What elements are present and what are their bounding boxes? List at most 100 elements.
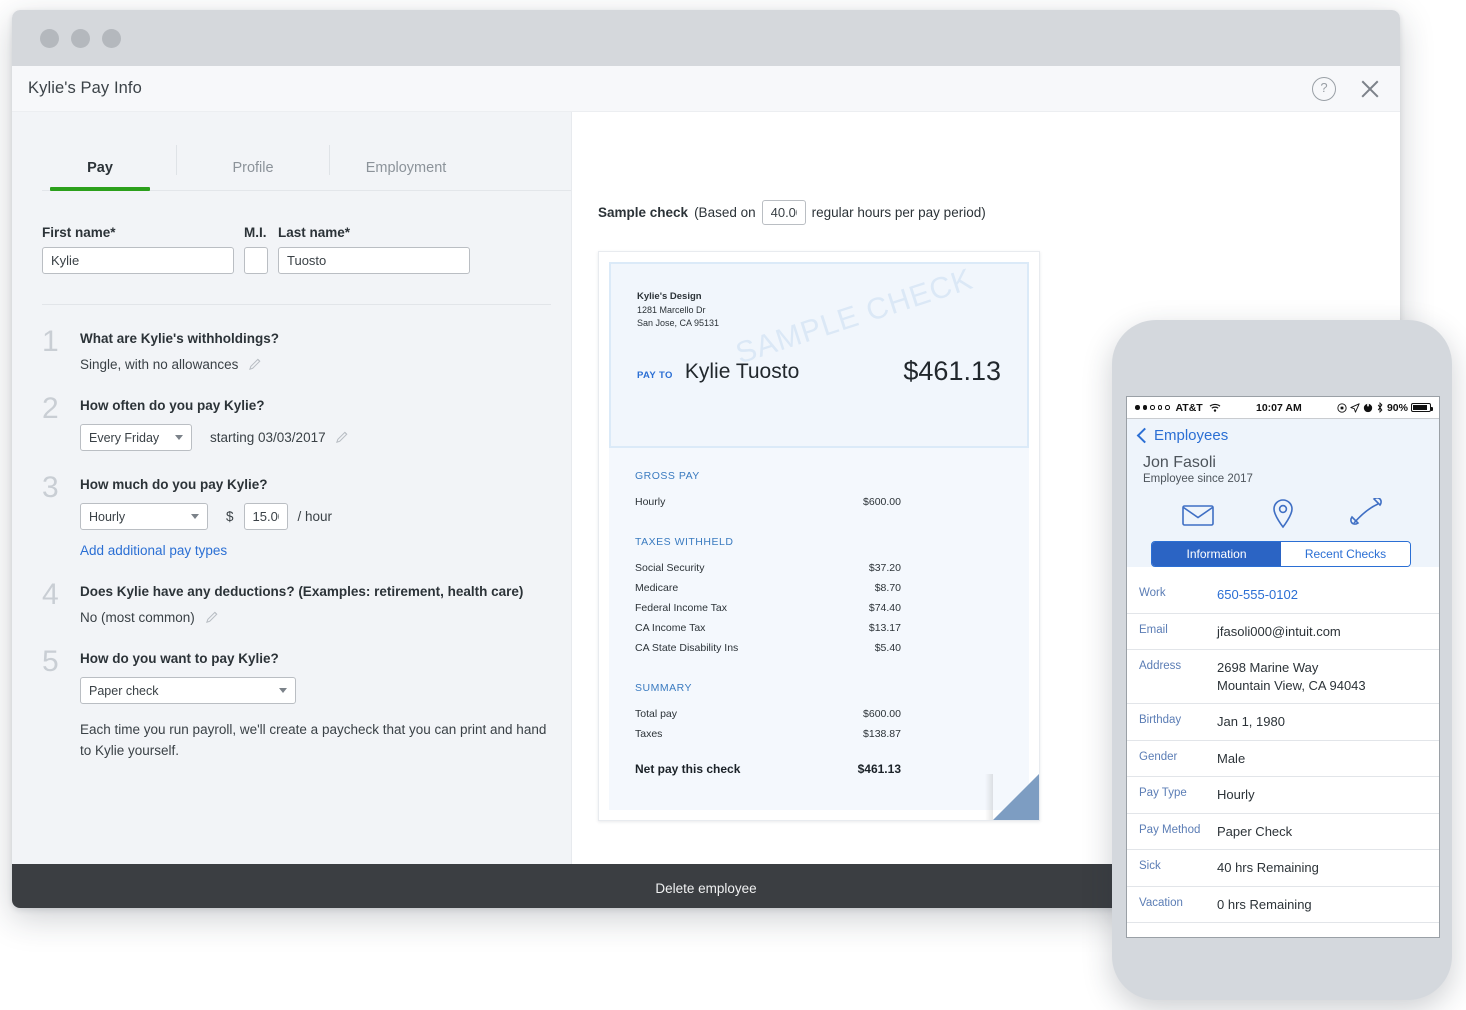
- question-1-answer-row: Single, with no allowances: [80, 357, 571, 372]
- sample-check-inner: SAMPLE CHECK Kylie's Design 1281 Marcell…: [609, 262, 1029, 810]
- pay-form-pane: Pay Profile Employment First name* Kylie…: [12, 112, 572, 864]
- question-1-answer: Single, with no allowances: [80, 357, 239, 372]
- tax-label: Social Security: [635, 562, 705, 574]
- page-title: Kylie's Pay Info: [28, 79, 142, 97]
- phone-screen: AT&T 10:07 AM 90% Employees Jon Fasoli E…: [1126, 396, 1440, 938]
- info-row-work[interactable]: Work 650-555-0102: [1127, 577, 1439, 614]
- chevron-down-icon: [279, 688, 287, 693]
- employee-info-list: Work 650-555-0102 Email jfasoli000@intui…: [1127, 577, 1439, 924]
- add-pay-types-link[interactable]: Add additional pay types: [80, 543, 571, 558]
- start-date-text: starting 03/03/2017: [210, 430, 326, 445]
- sample-check-title: Sample check: [598, 205, 689, 220]
- tab-employment-label: Employment: [365, 160, 447, 176]
- middle-initial-input[interactable]: [244, 247, 268, 274]
- window-minimize-dot[interactable]: [71, 28, 90, 48]
- delete-employee-label: Delete employee: [655, 880, 757, 896]
- info-row-vacation[interactable]: Vacation 0 hrs Remaining: [1127, 887, 1439, 924]
- alarm-icon: [1337, 402, 1347, 413]
- vacation-value: 0 hrs Remaining: [1217, 896, 1312, 912]
- window-close-dot[interactable]: [40, 28, 59, 48]
- tax-amount: $5.40: [874, 642, 901, 654]
- map-pin-icon[interactable]: [1267, 497, 1299, 531]
- help-circle-icon[interactable]: ?: [1312, 76, 1336, 101]
- tab-profile-label: Profile: [232, 160, 274, 176]
- check-face: SAMPLE CHECK Kylie's Design 1281 Marcell…: [609, 262, 1029, 448]
- hourly-rate-input[interactable]: [243, 503, 288, 530]
- pay-frequency-select[interactable]: Every Friday: [80, 424, 192, 451]
- question-3-controls: Hourly $ / hour: [80, 503, 571, 530]
- tax-row: Medicare $8.70: [635, 578, 901, 598]
- first-name-label: First name*: [42, 225, 116, 240]
- window-maximize-dot[interactable]: [102, 28, 121, 48]
- info-row-birthday[interactable]: Birthday Jan 1, 1980: [1127, 704, 1439, 741]
- question-4-title: Does Kylie have any deductions? (Example…: [80, 584, 524, 599]
- middle-initial-field-group: M.I.: [244, 225, 268, 274]
- tab-bar: Pay Profile Employment: [42, 134, 571, 191]
- pay-to-label: PAY TO: [637, 370, 673, 381]
- pay-type-select[interactable]: Hourly: [80, 503, 208, 530]
- net-pay-row: Net pay this check $461.13: [635, 762, 901, 776]
- summary-label: Taxes: [635, 728, 663, 740]
- back-to-employees-button[interactable]: Employees: [1136, 427, 1425, 444]
- net-pay-label: Net pay this check: [635, 762, 741, 776]
- close-icon[interactable]: [1358, 77, 1382, 101]
- envelope-icon[interactable]: [1178, 499, 1218, 529]
- info-row-sick[interactable]: Sick 40 hrs Remaining: [1127, 850, 1439, 887]
- signal-dot-icon: [1150, 405, 1155, 410]
- chevron-down-icon: [191, 514, 199, 519]
- info-key: Email: [1139, 623, 1168, 636]
- pencil-icon[interactable]: [205, 610, 220, 625]
- sample-check-card: SAMPLE CHECK Kylie's Design 1281 Marcell…: [598, 251, 1040, 821]
- question-2: 2 How often do you pay Kylie? Every Frid…: [42, 394, 571, 451]
- status-right: 90%: [1337, 402, 1433, 414]
- sample-check-heading: Sample check (Based on regular hours per…: [598, 200, 1400, 225]
- question-4-number: 4: [42, 578, 59, 611]
- info-key: Pay Method: [1139, 823, 1201, 836]
- tab-profile[interactable]: Profile: [195, 160, 311, 190]
- summary-row: Total pay $600.00: [635, 704, 901, 724]
- carrier-label: AT&T: [1175, 401, 1203, 414]
- summary-row: Taxes $138.87: [635, 724, 901, 744]
- tax-row: CA State Disability Ins $5.40: [635, 638, 901, 658]
- company-address-block: Kylie's Design 1281 Marcello Dr San Jose…: [637, 290, 719, 330]
- question-2-title: How often do you pay Kylie?: [80, 398, 265, 413]
- tax-amount: $13.17: [868, 622, 901, 634]
- info-row-pay-type[interactable]: Pay Type Hourly: [1127, 777, 1439, 814]
- question-4-answer-row: No (most common): [80, 610, 571, 625]
- pencil-icon[interactable]: [335, 430, 350, 445]
- status-left: AT&T: [1135, 402, 1221, 414]
- tab-pay[interactable]: Pay: [42, 160, 158, 191]
- tab-information[interactable]: Information: [1152, 542, 1281, 566]
- question-3: 3 How much do you pay Kylie? Hourly $ / …: [42, 471, 571, 559]
- tab-employment[interactable]: Employment: [348, 160, 464, 190]
- chevron-left-icon: [1136, 427, 1153, 444]
- tax-label: Federal Income Tax: [635, 602, 728, 614]
- taxes-withheld-heading: TAXES WITHHELD: [635, 536, 734, 548]
- first-name-input[interactable]: [42, 247, 234, 274]
- info-key: Pay Type: [1139, 787, 1187, 800]
- info-row-pay-method[interactable]: Pay Method Paper Check: [1127, 814, 1439, 851]
- info-row-email[interactable]: Email jfasoli000@intuit.com: [1127, 614, 1439, 651]
- question-1-number: 1: [42, 325, 59, 358]
- sick-value: 40 hrs Remaining: [1217, 860, 1319, 876]
- segmented-control: Information Recent Checks: [1151, 541, 1411, 567]
- pay-to-row: PAY TO Kylie Tuosto: [637, 360, 799, 384]
- status-time: 10:07 AM: [1255, 401, 1302, 414]
- currency-symbol: $: [226, 509, 234, 524]
- tab-recent-checks[interactable]: Recent Checks: [1281, 542, 1410, 566]
- info-row-gender[interactable]: Gender Male: [1127, 741, 1439, 778]
- signal-dot-icon: [1142, 405, 1147, 410]
- work-phone-value[interactable]: 650-555-0102: [1217, 586, 1298, 604]
- company-city-state-zip: San Jose, CA 95131: [637, 317, 720, 328]
- last-name-input[interactable]: [278, 247, 470, 274]
- question-3-number: 3: [42, 471, 59, 504]
- phone-icon[interactable]: [1348, 498, 1384, 530]
- signal-dot-icon: [1157, 405, 1162, 410]
- regular-hours-input[interactable]: [761, 200, 806, 225]
- pay-method-select[interactable]: Paper check: [80, 677, 296, 704]
- header-actions: ?: [1312, 76, 1382, 101]
- pencil-icon[interactable]: [248, 357, 263, 372]
- payee-name: Kylie Tuosto: [684, 360, 800, 383]
- info-row-address[interactable]: Address 2698 Marine Way Mountain View, C…: [1127, 650, 1439, 705]
